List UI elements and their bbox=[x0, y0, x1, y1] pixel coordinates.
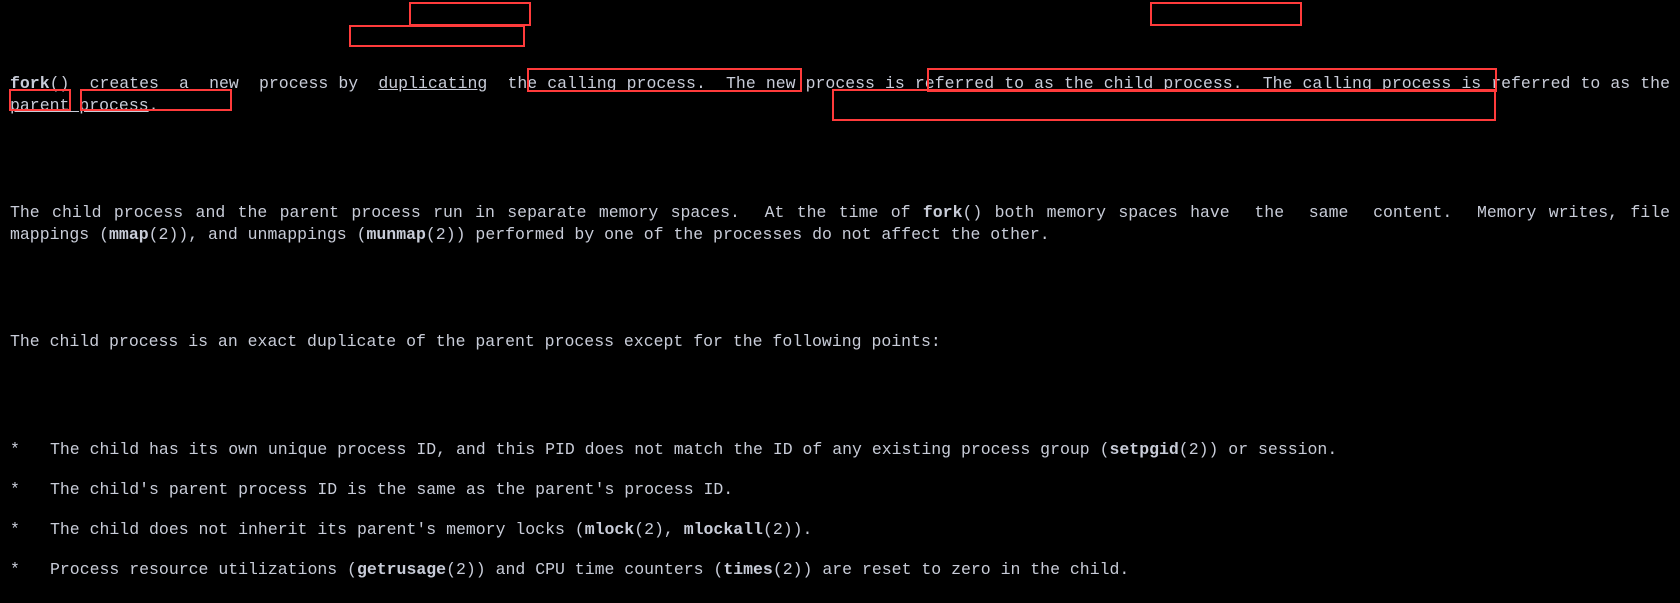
manpage-stage: fork() creates a new process by duplicat… bbox=[0, 0, 1680, 603]
fn-fork: fork bbox=[10, 74, 50, 93]
text: The child process and the parent process… bbox=[10, 203, 923, 222]
bullet-marker: * bbox=[10, 600, 50, 603]
bullet-item: *The child's set of pending signals is i… bbox=[10, 600, 1670, 603]
text: (2)). bbox=[763, 520, 813, 539]
fn-ref: setpgid bbox=[1109, 440, 1178, 459]
text: () creates a new process by bbox=[50, 74, 379, 93]
bullet-marker: * bbox=[10, 439, 50, 461]
text: (2)) and CPU time counters ( bbox=[446, 560, 723, 579]
bullet-item: *The child does not inherit its parent's… bbox=[10, 519, 1670, 541]
text: (2), bbox=[634, 520, 684, 539]
manpage-body: fork() creates a new process by duplicat… bbox=[0, 0, 1680, 603]
term-duplicating: duplicating bbox=[378, 74, 487, 93]
bullet-list: *The child has its own unique process ID… bbox=[10, 439, 1670, 603]
fn-mmap: mmap bbox=[109, 225, 149, 244]
bullet-marker: * bbox=[10, 479, 50, 501]
text: The child's parent process ID is the sam… bbox=[50, 480, 733, 499]
text: The child process is an exact duplicate … bbox=[10, 332, 941, 351]
bullet-text: The child's set of pending signals is in… bbox=[50, 600, 1670, 603]
text: The child does not inherit its parent's … bbox=[50, 520, 585, 539]
text: (2)) or session. bbox=[1179, 440, 1337, 459]
fn-fork: fork bbox=[923, 203, 963, 222]
fn-ref: mlock bbox=[585, 520, 635, 539]
bullet-text: The child's parent process ID is the sam… bbox=[50, 479, 1670, 501]
paragraph-3: The child process is an exact duplicate … bbox=[10, 331, 1670, 353]
bullet-item: *The child's parent process ID is the sa… bbox=[10, 479, 1670, 501]
text: (2)), and unmappings ( bbox=[149, 225, 367, 244]
bullet-item: *Process resource utilizations (getrusag… bbox=[10, 559, 1670, 581]
term-parent-process: parent process bbox=[10, 96, 149, 115]
bullet-marker: * bbox=[10, 559, 50, 581]
text: Process resource utilizations ( bbox=[50, 560, 357, 579]
text: The child has its own unique process ID,… bbox=[50, 440, 1109, 459]
bullet-marker: * bbox=[10, 519, 50, 541]
fn-munmap: munmap bbox=[366, 225, 425, 244]
paragraph-2: The child process and the parent process… bbox=[10, 202, 1670, 247]
bullet-text: The child does not inherit its parent's … bbox=[50, 519, 1670, 541]
fn-ref: mlockall bbox=[684, 520, 763, 539]
bullet-text: Process resource utilizations (getrusage… bbox=[50, 559, 1670, 581]
text: . bbox=[149, 96, 159, 115]
text: (2)) performed by one of the processes d… bbox=[426, 225, 1050, 244]
term-child-process: child process bbox=[1104, 74, 1233, 93]
text: (2)) are reset to zero in the child. bbox=[773, 560, 1129, 579]
bullet-text: The child has its own unique process ID,… bbox=[50, 439, 1670, 461]
text: . The calling process is referred to as … bbox=[1233, 74, 1680, 93]
fn-ref: times bbox=[723, 560, 773, 579]
paragraph-1: fork() creates a new process by duplicat… bbox=[10, 73, 1670, 118]
text: the calling process. The new process is … bbox=[487, 74, 1103, 93]
bullet-item: *The child has its own unique process ID… bbox=[10, 439, 1670, 461]
fn-ref: getrusage bbox=[357, 560, 446, 579]
